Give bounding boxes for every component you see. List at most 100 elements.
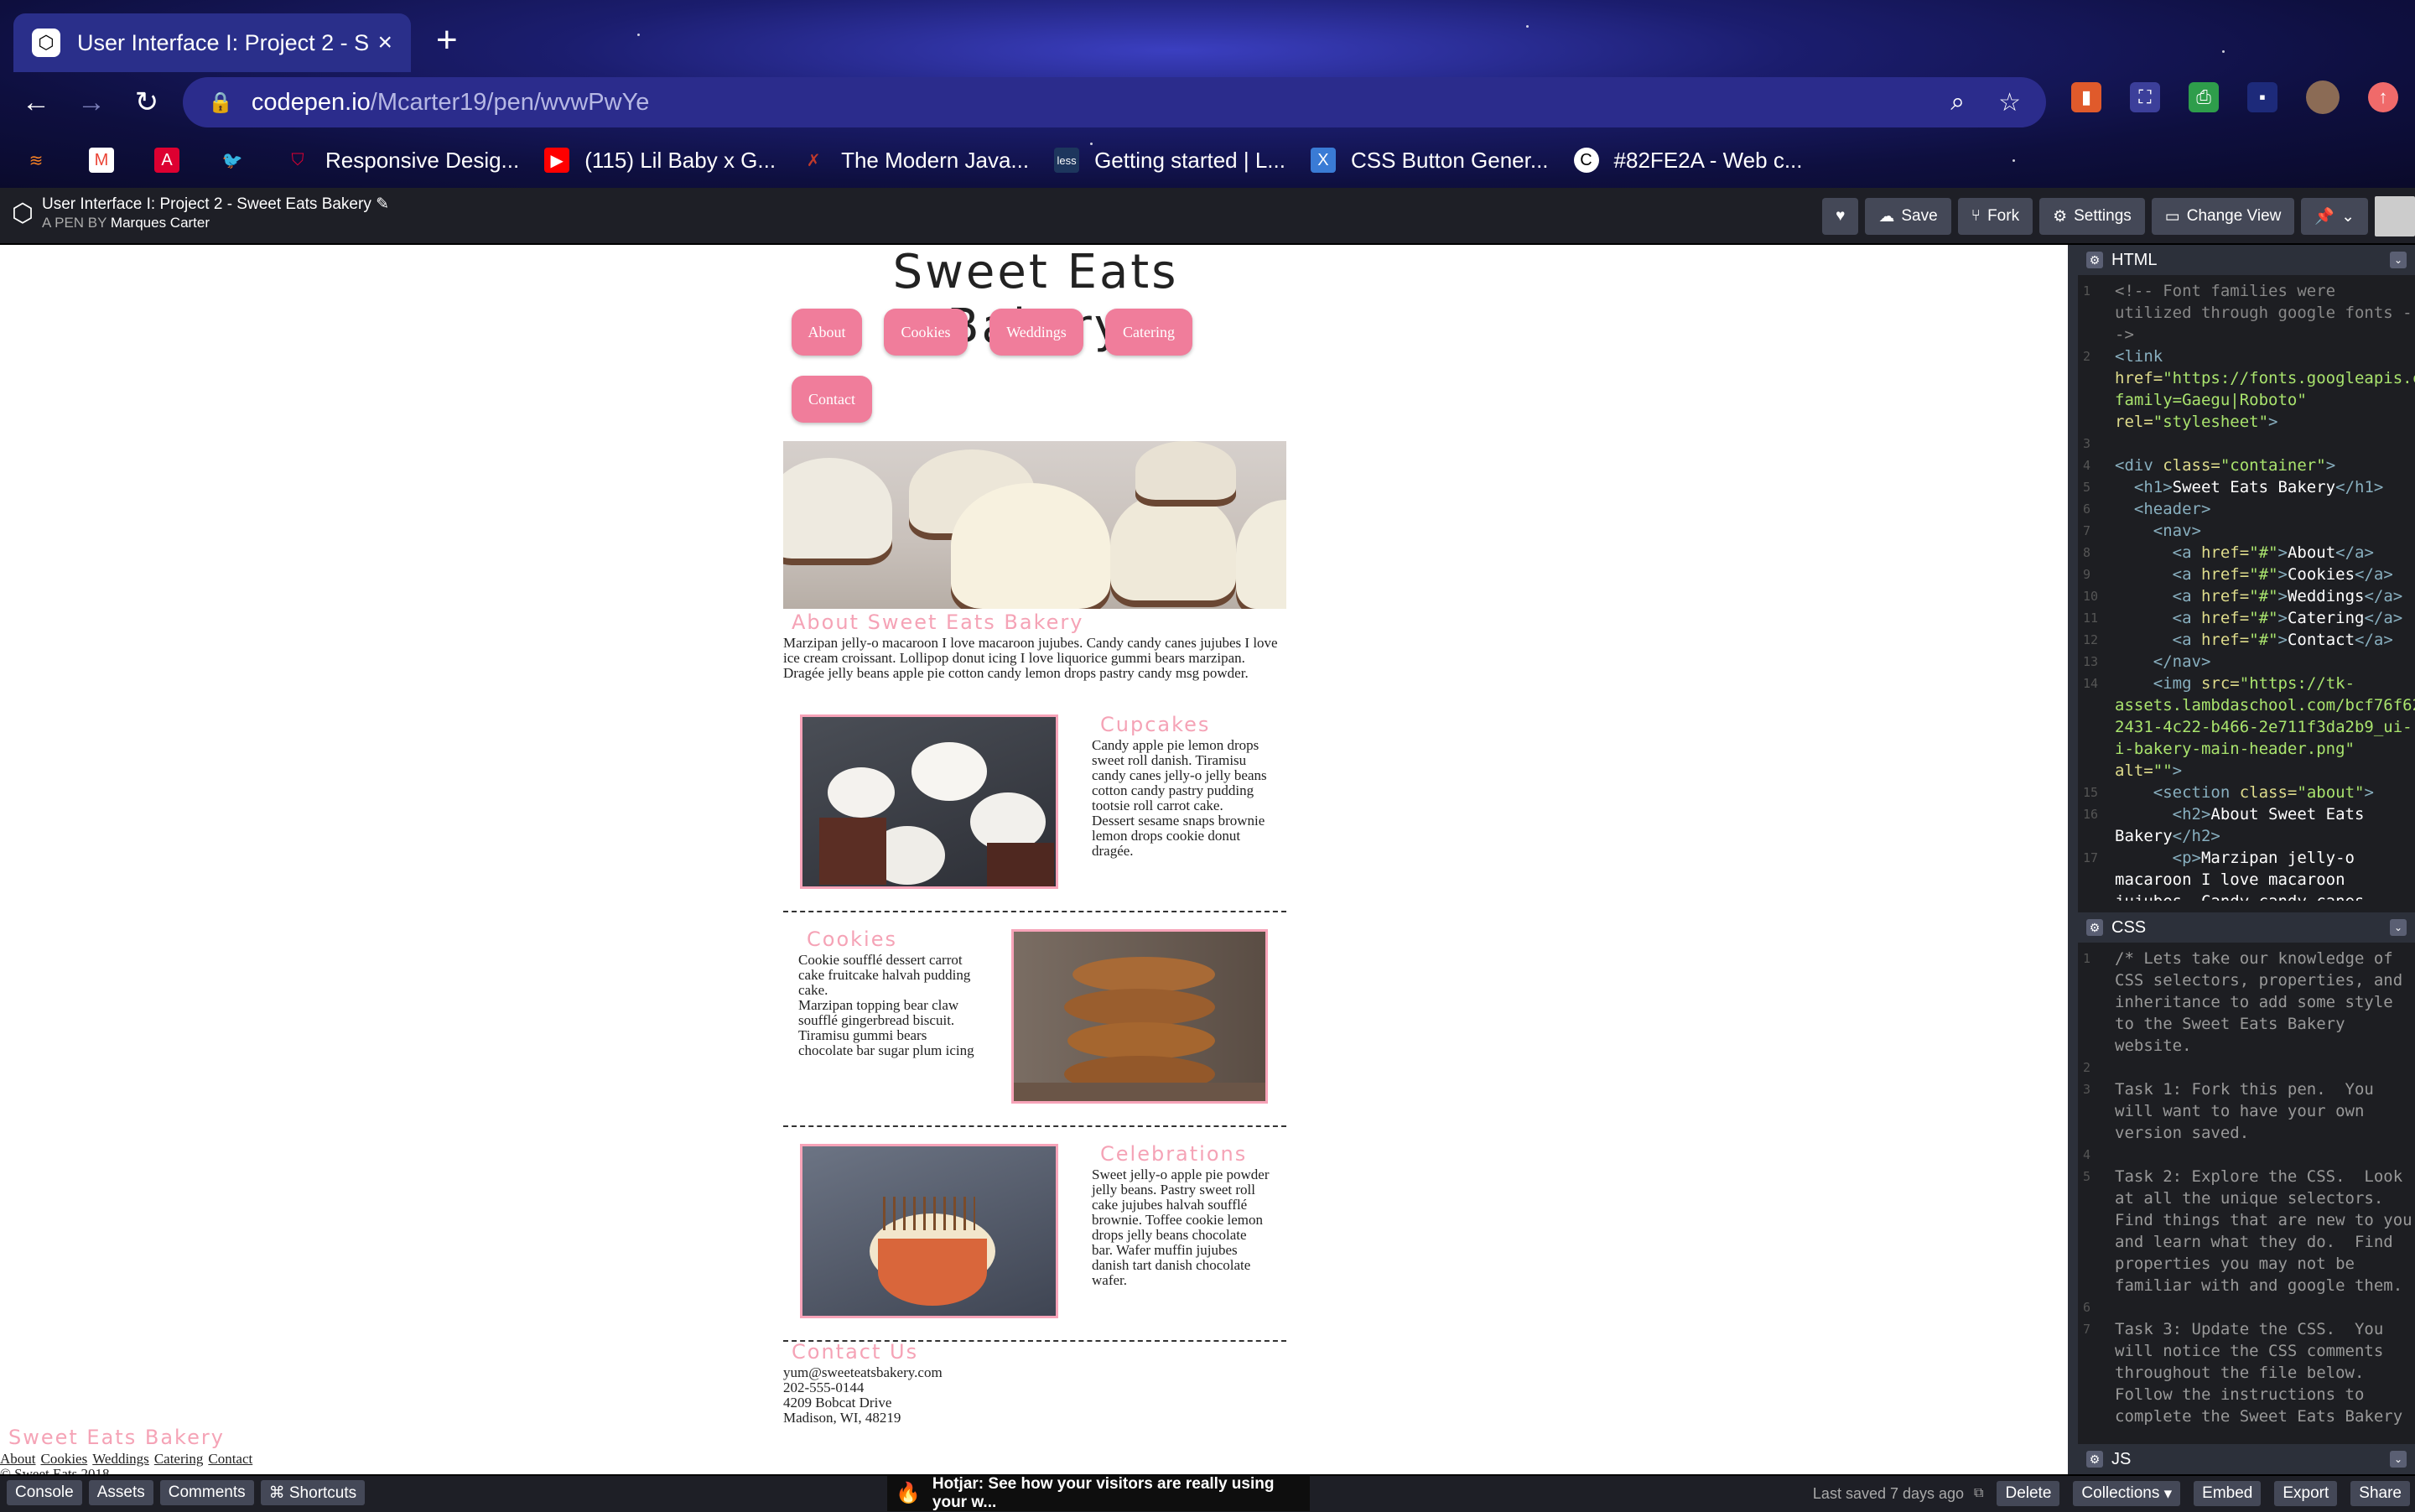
footer-link-weddings[interactable]: Weddings <box>92 1451 149 1468</box>
codepen-logo-icon[interactable]: ⬡ <box>8 200 37 228</box>
export-button[interactable]: Export <box>2274 1481 2338 1506</box>
bookmark-css-button-generator[interactable]: X CSS Button Gener... <box>1310 147 1549 174</box>
chevron-down-icon[interactable]: ⌄ <box>2390 919 2407 936</box>
office-extension-icon[interactable]: ▮ <box>2071 82 2101 112</box>
nav-cookies[interactable]: Cookies <box>884 309 968 356</box>
new-tab-button[interactable]: + <box>436 22 458 59</box>
chevron-down-icon[interactable]: ⌄ <box>2390 252 2407 268</box>
hotjar-ad[interactable]: 🔥 Hotjar: See how your visitors are real… <box>887 1475 1310 1511</box>
footer-link-cookies[interactable]: Cookies <box>41 1451 88 1468</box>
html-panel-label: HTML <box>2111 250 2158 269</box>
reload-icon[interactable]: ↻ <box>119 86 174 119</box>
browser-tab[interactable]: ⬡ User Interface I: Project 2 - Sw × <box>13 13 411 72</box>
bookmark-label: CSS Button Gener... <box>1350 147 1549 173</box>
preview-pane: Sweet Eats Bakery About Cookies Weddings… <box>0 245 2068 1474</box>
heart-icon: ♥ <box>1836 207 1846 225</box>
bookmark-angular[interactable]: A <box>154 148 195 173</box>
profile-avatar[interactable] <box>2306 81 2340 114</box>
bookmark-modern-javascript[interactable]: ✗ The Modern Java... <box>801 148 1029 174</box>
chevron-down-icon: ⌄ <box>2341 207 2355 226</box>
change-view-button[interactable]: ▭ Change View <box>2151 198 2295 235</box>
assets-button[interactable]: Assets <box>88 1480 153 1505</box>
save-button[interactable]: ☁ Save <box>1865 198 1951 235</box>
contact-street: 4209 Bobcat Drive <box>783 1395 892 1411</box>
footer-link-about[interactable]: About <box>0 1451 36 1468</box>
shortcuts-button[interactable]: ⌘ Shortcuts <box>260 1480 366 1505</box>
back-icon[interactable]: ← <box>8 86 64 119</box>
comments-button[interactable]: Comments <box>159 1480 254 1505</box>
gear-icon[interactable]: ⚙ <box>2086 919 2103 936</box>
footer-link-catering[interactable]: Catering <box>154 1451 204 1468</box>
bookmark-gmail[interactable]: M <box>89 148 129 173</box>
bookmark-star-icon[interactable]: ☆ <box>1998 88 2021 117</box>
colorhexa-icon: C <box>1573 148 1599 173</box>
bookmark-responsive-design[interactable]: ⛉ Responsive Desig... <box>285 147 520 174</box>
stackoverflow-icon: ≋ <box>29 151 44 170</box>
delete-button[interactable]: Delete <box>1997 1481 2060 1506</box>
embed-button[interactable]: Embed <box>2194 1481 2262 1506</box>
forward-icon[interactable]: → <box>64 86 119 119</box>
pen-title[interactable]: User Interface I: Project 2 - Sweet Eats… <box>42 195 389 214</box>
update-icon[interactable]: ↑ <box>2368 82 2398 112</box>
angular-icon: A <box>154 148 179 173</box>
nav-weddings[interactable]: Weddings <box>989 309 1083 356</box>
less-icon: less <box>1054 148 1080 173</box>
cupcakes-image <box>800 714 1058 889</box>
footer-title: Sweet Eats Bakery <box>8 1426 225 1449</box>
bookmark-label: The Modern Java... <box>841 147 1030 173</box>
gear-icon[interactable]: ⚙ <box>2086 252 2103 268</box>
pin-button[interactable]: 📌 ⌄ <box>2301 198 2368 235</box>
js-panel-header[interactable]: ⚙ JS ⌄ <box>2078 1444 2415 1474</box>
user-avatar[interactable] <box>2375 196 2415 236</box>
css-code[interactable]: /* Lets take our knowledge of CSS select… <box>2078 948 2415 1426</box>
layout-icon: ▭ <box>2164 207 2180 226</box>
extension-icon[interactable]: ▪ <box>2247 82 2277 112</box>
bookmark-stackoverflow[interactable]: ≋ <box>23 148 64 173</box>
zoom-icon[interactable]: ⌕ <box>1950 88 1965 117</box>
pen-author: A PEN BY Marques Carter <box>42 215 210 231</box>
bookmark-twitter[interactable]: 🐦 <box>220 148 260 173</box>
bookmark-colorhexa[interactable]: C #82FE2A - Web c... <box>1573 147 1803 174</box>
external-link-icon[interactable]: ⧉ <box>1974 1486 1983 1501</box>
bookmark-youtube[interactable]: ▶ (115) Lil Baby x G... <box>544 148 776 174</box>
css-panel-header[interactable]: ⚙ CSS ⌄ <box>2078 912 2415 943</box>
share-button[interactable]: Share <box>2350 1481 2410 1506</box>
footer-link-contact[interactable]: Contact <box>208 1451 252 1468</box>
javascript-icon: ✗ <box>806 151 821 170</box>
collections-button[interactable]: Collections ▾ <box>2073 1481 2181 1506</box>
hero-image <box>783 441 1286 609</box>
pin-icon: 📌 <box>2314 208 2335 226</box>
bookmark-label: Responsive Desig... <box>325 147 520 173</box>
chevron-down-icon[interactable]: ⌄ <box>2390 1451 2407 1468</box>
bookmark-less[interactable]: less Getting started | L... <box>1054 148 1285 174</box>
author-link[interactable]: Marques Carter <box>111 215 210 231</box>
gear-icon[interactable]: ⚙ <box>2086 1451 2103 1468</box>
lock-icon: 🔒 <box>208 91 233 114</box>
nav-catering[interactable]: Catering <box>1105 309 1192 356</box>
settings-button[interactable]: ⚙ Settings <box>2039 198 2145 235</box>
codepen-favicon-icon: ⬡ <box>32 29 60 57</box>
html-code[interactable]: <!-- Font families were utilized through… <box>2078 280 2415 901</box>
like-button[interactable]: ♥ <box>1822 198 1859 235</box>
edit-pencil-icon[interactable]: ✎ <box>376 195 389 213</box>
last-saved-status: Last saved 7 days ago <box>1812 1484 1965 1502</box>
youtube-icon: ▶ <box>544 148 570 173</box>
bookmark-label: #82FE2A - Web c... <box>1613 147 1803 173</box>
cupcakes-heading: Cupcakes <box>1100 713 1211 736</box>
console-button[interactable]: Console <box>7 1480 82 1505</box>
html-panel-header[interactable]: ⚙ HTML ⌄ <box>2078 245 2415 275</box>
close-tab-icon[interactable]: × <box>377 29 392 57</box>
cloud-icon: ☁ <box>1878 207 1895 226</box>
hotjar-flame-icon: 🔥 <box>896 1482 921 1504</box>
cookies-heading: Cookies <box>807 927 897 951</box>
address-bar[interactable]: 🔒 codepen.io/Mcarter19/pen/wvwPwYe ⌕ ☆ <box>183 77 2046 127</box>
print-extension-icon[interactable]: ⎙ <box>2189 82 2219 112</box>
bookmark-label: Getting started | L... <box>1094 147 1285 173</box>
codepen-header: ⬡ User Interface I: Project 2 - Sweet Ea… <box>0 188 2415 245</box>
editor-panels: ⚙ HTML ⌄ 1 2 3 4 5 6 7 8 9 10 11 12 13 14 15 16 17 <!-- … <box>2068 245 2415 1474</box>
fork-button[interactable]: ⑂ Fork <box>1957 198 2033 235</box>
nav-about[interactable]: About <box>792 309 862 356</box>
screenshot-extension-icon[interactable]: ⛶ <box>2130 82 2160 112</box>
nav-contact[interactable]: Contact <box>792 376 872 423</box>
section-divider <box>783 1125 1286 1127</box>
